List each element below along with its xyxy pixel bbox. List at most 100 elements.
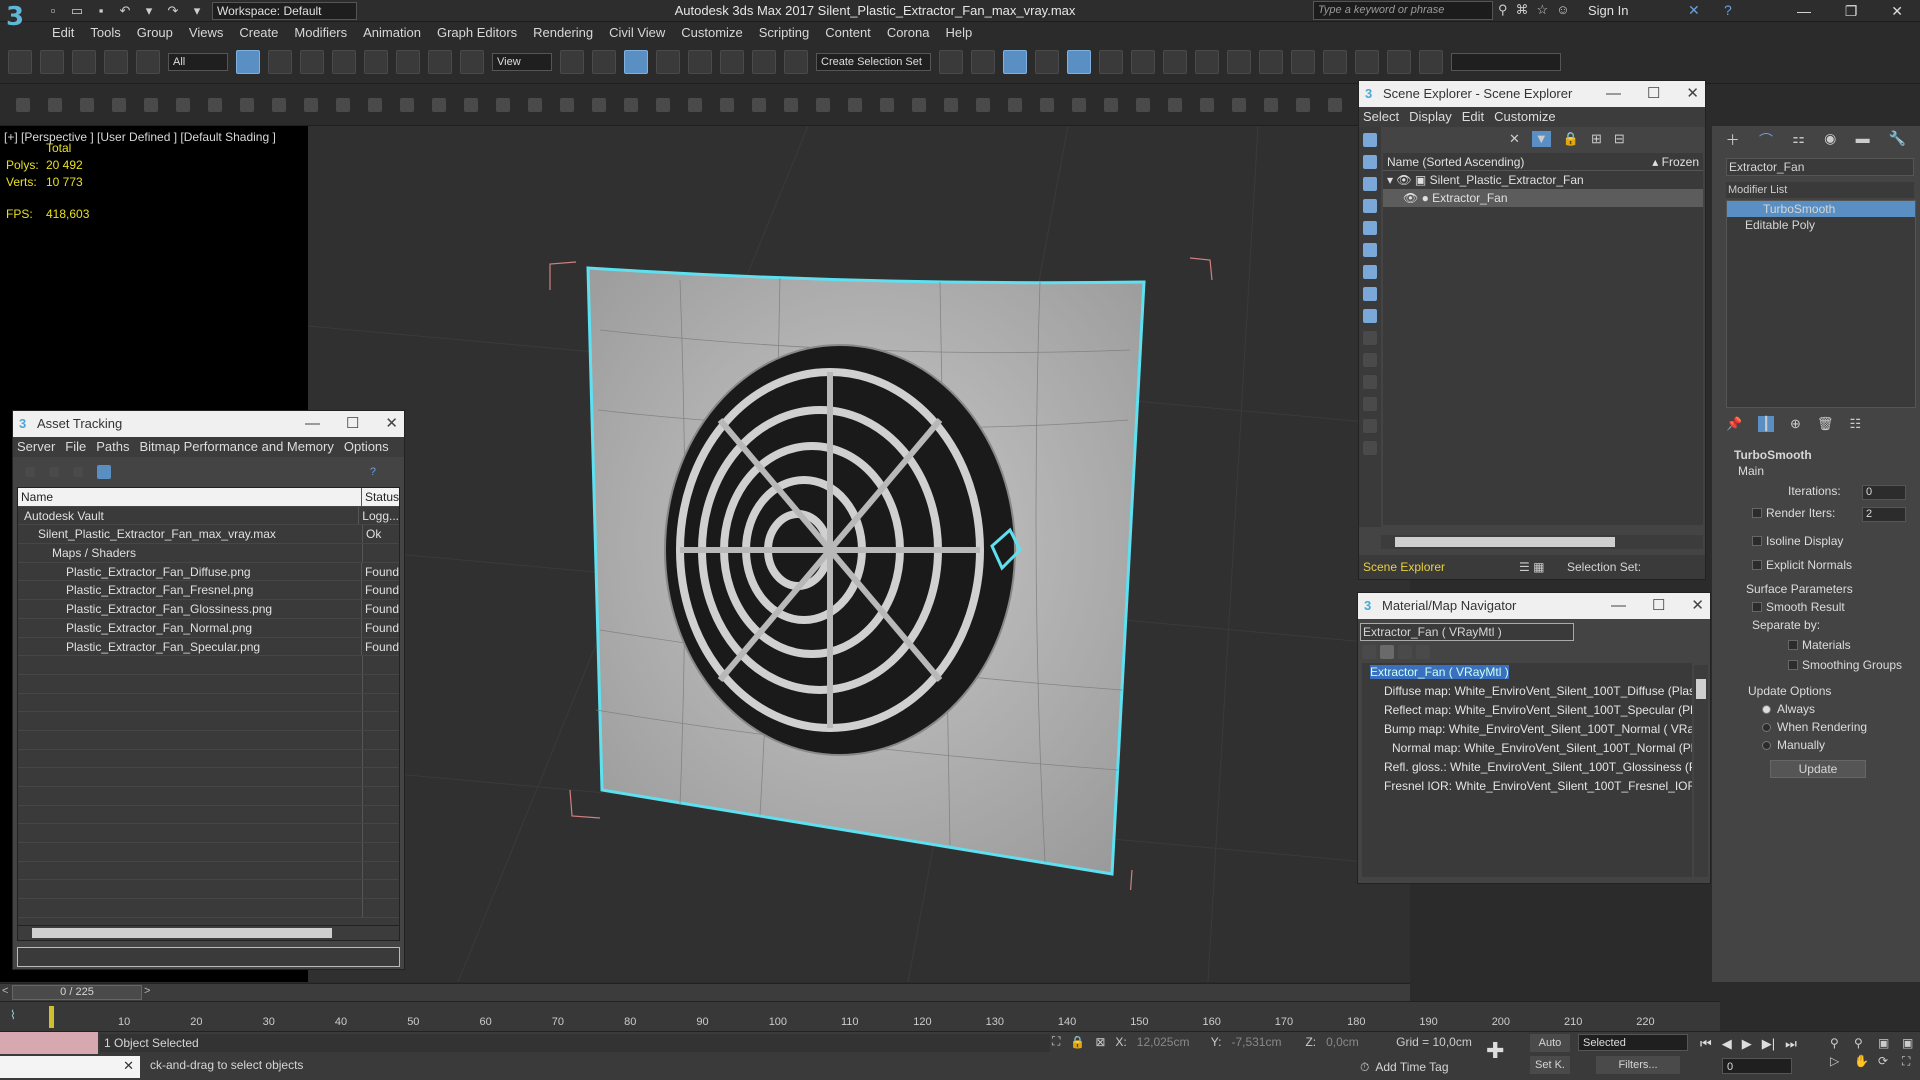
reference-coordinate-dropdown[interactable]: View: [492, 53, 552, 71]
current-frame-spinner[interactable]: 0: [1722, 1058, 1792, 1074]
star-icon[interactable]: ☆: [1537, 2, 1549, 18]
menu-tools[interactable]: Tools: [82, 22, 128, 44]
set-key-icon[interactable]: ✚: [1486, 1038, 1504, 1064]
tool-icon-18[interactable]: [560, 98, 574, 112]
menu-help[interactable]: Help: [937, 22, 980, 44]
scene-explorer-name[interactable]: Scene Explorer: [1359, 560, 1519, 574]
x-coordinate[interactable]: 12,025cm: [1137, 1035, 1201, 1049]
next-frame-icon[interactable]: >: [144, 985, 150, 997]
align-icon[interactable]: [971, 50, 995, 74]
zoom-extents-all-icon[interactable]: ▣: [1902, 1036, 1920, 1050]
play-icon[interactable]: ▶: [1742, 1036, 1752, 1052]
menu-customize[interactable]: Customize: [1494, 107, 1555, 127]
menu-civil-view[interactable]: Civil View: [601, 22, 673, 44]
menu-views[interactable]: Views: [181, 22, 231, 44]
layers-icon[interactable]: ☰ ▦: [1519, 560, 1559, 574]
keyboard-shortcut-icon[interactable]: [624, 50, 648, 74]
layer-explorer-icon[interactable]: [1035, 50, 1059, 74]
col-name-header[interactable]: Name: [18, 488, 362, 506]
menu-server[interactable]: Server: [17, 437, 55, 457]
menu-modifiers[interactable]: Modifiers: [286, 22, 355, 44]
scene-item-root[interactable]: ▾ 👁 ▣ Silent_Plastic_Extractor_Fan: [1383, 171, 1703, 189]
filter-spacewarps-icon[interactable]: [1363, 243, 1377, 257]
time-tag[interactable]: ⏱ Add Time Tag: [1360, 1060, 1449, 1075]
asset-table-row[interactable]: Plastic_Extractor_Fan_Normal.png Found: [18, 618, 399, 638]
maximize-icon[interactable]: ☐: [1652, 593, 1665, 619]
redo-icon[interactable]: ↷: [164, 2, 182, 20]
render-setup-icon[interactable]: [1195, 50, 1219, 74]
filter-bones-icon[interactable]: [1363, 309, 1377, 323]
filter-containers-icon[interactable]: [1363, 331, 1377, 345]
close-icon[interactable]: ✕: [1686, 81, 1699, 107]
tool-icon-35[interactable]: [1104, 98, 1118, 112]
go-to-end-icon[interactable]: ⏭: [1785, 1036, 1797, 1052]
undo-dropdown-icon[interactable]: ▾: [140, 2, 158, 20]
close-icon[interactable]: ✕: [1891, 3, 1903, 20]
scene-hscrollbar[interactable]: [1381, 535, 1703, 549]
asset-hscrollbar[interactable]: [17, 925, 400, 941]
tool-icon-38[interactable]: [1200, 98, 1214, 112]
tool-icon-26[interactable]: [816, 98, 830, 112]
remove-modifier-icon[interactable]: 🗑: [1817, 416, 1834, 432]
make-unique-icon[interactable]: ⊕: [1790, 416, 1801, 432]
percent-snap-icon[interactable]: [720, 50, 744, 74]
asset-table-row[interactable]: Maps / Shaders: [18, 544, 399, 563]
orbit-icon[interactable]: ⟳: [1878, 1054, 1898, 1069]
configure-modifier-icon[interactable]: ☷: [1849, 416, 1861, 432]
track-bar[interactable]: ⌇ 10 20 30 40 50 60 70 80 90 100 110 120 130 140 150 16…: [0, 1001, 1720, 1031]
display-all-icon[interactable]: [1363, 397, 1377, 411]
filter-funnel-icon[interactable]: [1363, 441, 1377, 455]
tool-icon-3[interactable]: [80, 98, 94, 112]
curve-editor-mini-icon[interactable]: ⌇: [10, 1008, 16, 1022]
rendered-frame-icon[interactable]: [1227, 50, 1251, 74]
tool-icon-41[interactable]: [1296, 98, 1310, 112]
spinner-snap-icon[interactable]: [752, 50, 776, 74]
minimize-icon[interactable]: —: [305, 411, 320, 437]
scene-explorer-icon[interactable]: [1003, 50, 1027, 74]
render-iterative-icon[interactable]: [1291, 50, 1315, 74]
angle-snap-icon[interactable]: [688, 50, 712, 74]
col-name-header[interactable]: Name (Sorted Ascending): [1387, 153, 1524, 170]
tool-icon-9[interactable]: [272, 98, 286, 112]
asset-table-row[interactable]: Autodesk Vault Logg...: [18, 506, 399, 526]
tool-icon-1[interactable]: [16, 98, 30, 112]
filter-icon[interactable]: ▼: [1531, 131, 1551, 147]
tool-icon-24[interactable]: [752, 98, 766, 112]
create-tab-icon[interactable]: ＋: [1726, 130, 1740, 148]
tool-icon-28[interactable]: [880, 98, 894, 112]
menu-group[interactable]: Group: [129, 22, 181, 44]
material-map-item[interactable]: Normal map: White_EnviroVent_Silent_100T…: [1362, 739, 1692, 758]
filter-xrefs-icon[interactable]: [1363, 287, 1377, 301]
window-crossing-icon[interactable]: [332, 50, 356, 74]
close-icon[interactable]: ✕: [123, 1058, 134, 1074]
tool-icon-5[interactable]: [144, 98, 158, 112]
material-map-item[interactable]: Diffuse map: White_EnviroVent_Silent_100…: [1362, 682, 1692, 701]
menu-animation[interactable]: Animation: [355, 22, 429, 44]
maximize-icon[interactable]: ☐: [1647, 81, 1660, 107]
undo-icon[interactable]: [8, 50, 32, 74]
z-coordinate[interactable]: 0,0cm: [1326, 1035, 1386, 1049]
tool-icon-40[interactable]: [1264, 98, 1278, 112]
smooth-result-checkbox[interactable]: [1752, 602, 1762, 612]
next-frame-icon[interactable]: ▶|: [1762, 1036, 1775, 1052]
subscription-icon[interactable]: ⌘: [1516, 2, 1529, 18]
minimize-icon[interactable]: —: [1611, 593, 1626, 619]
zoom-all-icon[interactable]: ⚲: [1854, 1036, 1874, 1050]
text-c-icon[interactable]: [1419, 50, 1443, 74]
key-filter-dropdown[interactable]: Selected: [1578, 1034, 1688, 1051]
tool-icon-6[interactable]: [176, 98, 190, 112]
auto-key-button[interactable]: Auto: [1530, 1034, 1570, 1052]
always-radio[interactable]: [1762, 705, 1771, 714]
move-icon[interactable]: [364, 50, 388, 74]
filter-frozen-icon[interactable]: [1363, 353, 1377, 367]
menu-scripting[interactable]: Scripting: [751, 22, 818, 44]
filter-lights-icon[interactable]: [1363, 177, 1377, 191]
tool-icon-13[interactable]: [400, 98, 414, 112]
undo-icon[interactable]: ↶: [116, 2, 134, 20]
tool-icon-23[interactable]: [720, 98, 734, 112]
help-icon[interactable]: ?: [1724, 2, 1732, 18]
asset-table-row[interactable]: Plastic_Extractor_Fan_Glossiness.png Foun…: [18, 600, 399, 619]
menu-graph-editors[interactable]: Graph Editors: [429, 22, 525, 44]
materials-checkbox[interactable]: [1788, 640, 1798, 650]
view-list-icons-icon[interactable]: [1380, 645, 1394, 659]
